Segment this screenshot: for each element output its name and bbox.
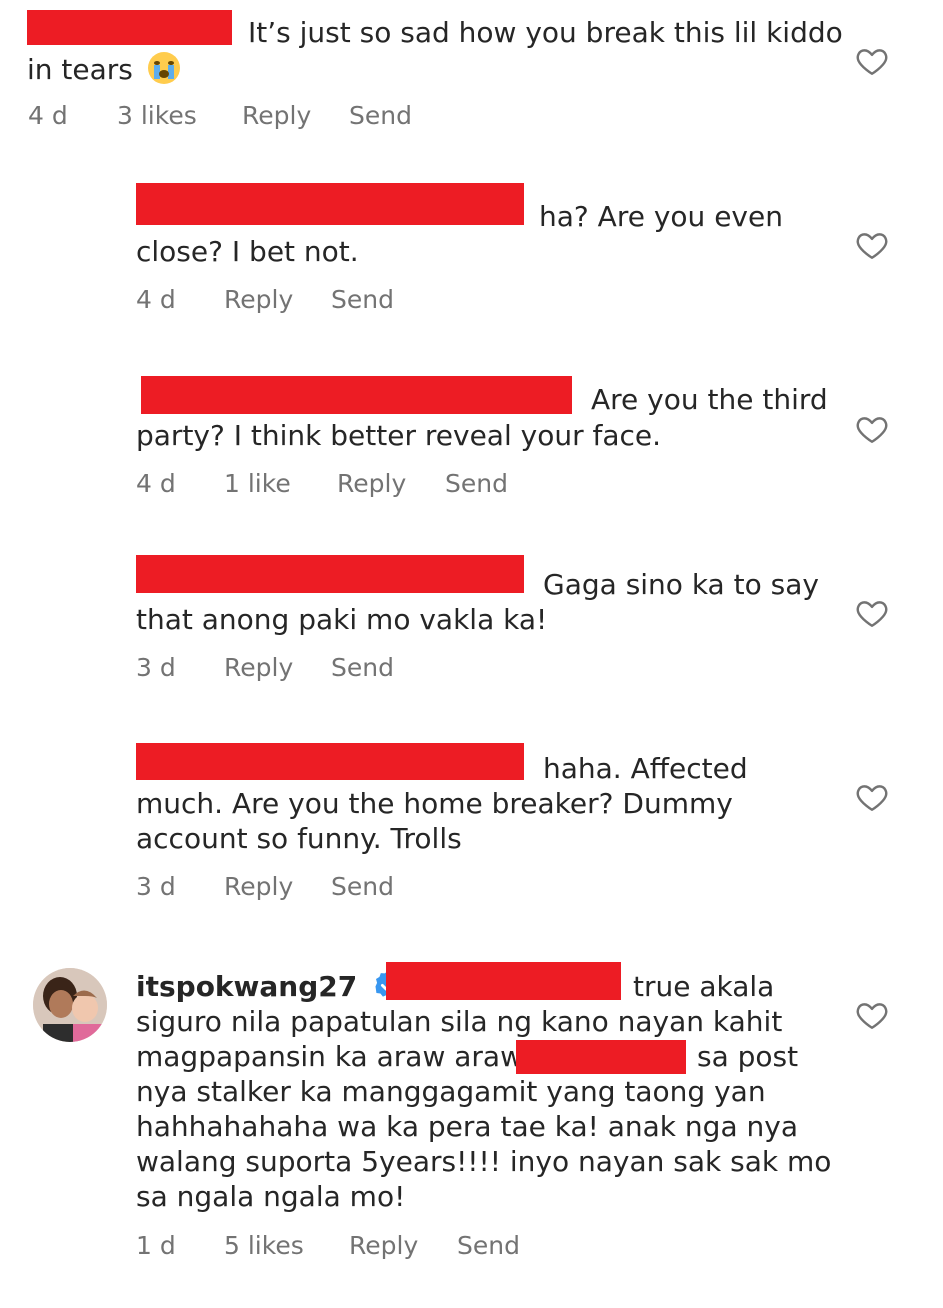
comment-text: in tears [27, 50, 182, 87]
redacted-username [136, 743, 524, 780]
reply-button[interactable]: Reply [349, 1231, 418, 1260]
comment-text-span: in tears [27, 53, 133, 86]
redacted-username [136, 555, 524, 593]
send-button[interactable]: Send [331, 872, 394, 901]
heart-outline-icon[interactable] [855, 228, 889, 262]
username[interactable]: itspokwang27 [136, 970, 357, 1003]
comment-text: account so funny. Trolls [136, 822, 462, 855]
comment-text: hahhahahaha wa ka pera tae ka! anak nga … [136, 1110, 798, 1143]
comment-time: 3 d [136, 653, 176, 682]
comment-text: that anong paki mo vakla ka! [136, 603, 548, 636]
comment-text: close? I bet not. [136, 235, 359, 268]
redacted-username [136, 183, 524, 225]
likes-count-button[interactable]: 5 likes [224, 1231, 304, 1260]
comment-time: 3 d [136, 872, 176, 901]
send-button[interactable]: Send [349, 101, 412, 130]
comment-text: party? I think better reveal your face. [136, 419, 662, 452]
reply-button[interactable]: Reply [224, 872, 293, 901]
crying-face-emoji-icon [147, 52, 180, 84]
redacted-username [27, 10, 232, 45]
heart-outline-icon[interactable] [855, 998, 889, 1032]
comment-text: sa ngala ngala mo! [136, 1180, 406, 1213]
send-button[interactable]: Send [331, 285, 394, 314]
redacted-username [141, 376, 572, 414]
comment-text: sa post [697, 1040, 799, 1073]
comment-time: 1 d [136, 1231, 176, 1260]
comment-text: itspokwang27 [136, 969, 404, 1004]
heart-outline-icon[interactable] [855, 780, 889, 814]
comment-text: much. Are you the home breaker? Dummy [136, 787, 733, 820]
comment-text: true akala [633, 970, 775, 1003]
comment-time: 4 d [136, 469, 176, 498]
heart-outline-icon[interactable] [855, 44, 889, 78]
reply-button[interactable]: Reply [224, 653, 293, 682]
likes-count-button[interactable]: 1 like [224, 469, 291, 498]
redacted-username [386, 962, 621, 1000]
comment-text: magpapansin ka araw araw [136, 1040, 523, 1073]
redacted-username [516, 1040, 686, 1074]
comment-text: Are you the third [591, 383, 828, 416]
comment-time: 4 d [28, 101, 68, 130]
comment-time: 4 d [136, 285, 176, 314]
comment-text: It’s just so sad how you break this lil … [248, 16, 843, 49]
comment-text: nya stalker ka manggagamit yang taong ya… [136, 1075, 766, 1108]
send-button[interactable]: Send [445, 469, 508, 498]
comment-text: siguro nila papatulan sila ng kano nayan… [136, 1005, 783, 1038]
send-button[interactable]: Send [457, 1231, 520, 1260]
reply-button[interactable]: Reply [224, 285, 293, 314]
reply-button[interactable]: Reply [242, 101, 311, 130]
avatar[interactable] [33, 968, 107, 1042]
comment-text: walang suporta 5years!!!! inyo nayan sak… [136, 1145, 832, 1178]
comment-text: haha. Affected [543, 752, 748, 785]
send-button[interactable]: Send [331, 653, 394, 682]
heart-outline-icon[interactable] [855, 596, 889, 630]
likes-count-button[interactable]: 3 likes [117, 101, 197, 130]
heart-outline-icon[interactable] [855, 412, 889, 446]
comment-text: ha? Are you even [539, 200, 783, 233]
reply-button[interactable]: Reply [337, 469, 406, 498]
avatar-photo [33, 968, 107, 1042]
comment-text: Gaga sino ka to say [543, 568, 819, 601]
